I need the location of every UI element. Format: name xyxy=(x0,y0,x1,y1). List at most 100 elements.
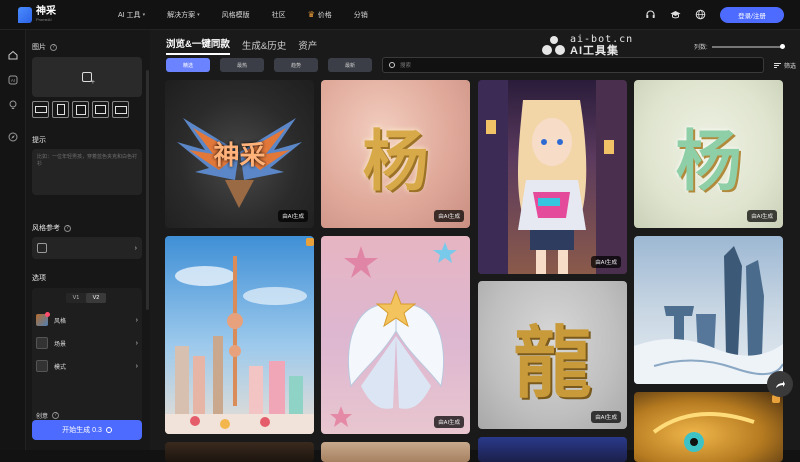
chevron-down-icon: ▾ xyxy=(197,11,200,18)
mode-icon xyxy=(36,360,48,372)
options-section-label: 选项 xyxy=(32,275,46,282)
gallery-card[interactable]: 杨 由AI生成 xyxy=(634,80,783,228)
graduation-cap-icon[interactable] xyxy=(670,9,681,20)
chevron-right-icon: › xyxy=(135,362,138,370)
gallery-card[interactable]: 龍 由AI生成 xyxy=(478,281,627,429)
gallery-card[interactable] xyxy=(634,392,783,462)
image-upload[interactable] xyxy=(32,57,142,97)
style-thumbnail xyxy=(36,312,50,326)
main-nav: AI 工具 ▾ 解决方案 ▾ 风格模版 社区 ♛ 价格 分销 xyxy=(118,10,390,20)
ratio-selector xyxy=(32,101,129,118)
filter-latest[interactable]: 最新 xyxy=(328,58,372,72)
gallery-card[interactable] xyxy=(321,442,470,462)
option-mode[interactable]: 模式 › xyxy=(36,357,138,375)
login-register-button[interactable]: 登录/注册 xyxy=(720,6,784,23)
option-style[interactable]: 风格 › xyxy=(36,311,138,329)
nav-style-templates[interactable]: 风格模版 xyxy=(222,10,250,20)
filter-featured[interactable]: 精选 xyxy=(166,58,210,72)
chevron-right-icon: › xyxy=(135,316,138,324)
tab-browse[interactable]: 浏览&一键同款 xyxy=(166,36,230,55)
style-reference-label: 风格参考? xyxy=(32,223,71,233)
nav-community[interactable]: 社区 xyxy=(272,10,286,20)
content-tabs: 浏览&一键同款 生成&历史 资产 xyxy=(166,36,329,55)
prompt-input[interactable]: 比如：一位年轻男孩，穿着蓝色夹克和白色衬衫 xyxy=(32,149,142,195)
generate-button[interactable]: 开始生成 0.3 xyxy=(32,420,142,440)
option-scene[interactable]: 场景 › xyxy=(36,334,138,352)
gallery-card[interactable]: 神采 由AI生成 xyxy=(165,80,314,228)
nav-affiliate[interactable]: 分销 xyxy=(354,10,368,20)
scene-icon xyxy=(36,337,48,349)
panel-scrollbar[interactable] xyxy=(146,70,149,310)
headset-icon[interactable] xyxy=(645,9,656,20)
watermark-logo-icon xyxy=(542,36,566,56)
ratio-16-9[interactable] xyxy=(32,101,49,118)
tab-history[interactable]: 生成&历史 xyxy=(242,38,286,55)
filter-row: 精选 最热 趋势 最新 搜索 筛选 xyxy=(166,57,796,73)
notification-dot xyxy=(45,312,50,317)
columns-slider[interactable] xyxy=(711,43,785,49)
ratio-4-3[interactable] xyxy=(92,101,109,118)
image-icon xyxy=(37,243,47,253)
image-section-label: 图片? xyxy=(32,42,57,52)
ratio-9-16[interactable] xyxy=(112,101,129,118)
nav-ai-tools[interactable]: AI 工具 ▾ xyxy=(118,10,145,20)
search-icon xyxy=(389,62,395,68)
filter-sort-button[interactable]: 筛选 xyxy=(774,61,796,70)
candy-city-artwork xyxy=(165,256,314,434)
gallery-card[interactable] xyxy=(165,442,314,462)
ai-icon[interactable]: AI xyxy=(0,69,26,91)
ice-landscape-artwork xyxy=(634,246,783,384)
gallery-card[interactable]: 由AI生成 xyxy=(478,80,627,274)
ai-generated-badge: 由AI生成 xyxy=(278,210,308,222)
top-bar: 神采 PromeAI AI 工具 ▾ 解决方案 ▾ 风格模版 社区 ♛ 价格 分销 登… xyxy=(0,0,800,30)
version-v1[interactable]: V1 xyxy=(66,293,86,303)
chevron-down-icon: ▾ xyxy=(142,11,146,18)
help-icon[interactable]: ? xyxy=(64,224,71,232)
home-icon[interactable] xyxy=(0,44,26,66)
search-input[interactable]: 搜索 xyxy=(382,57,764,73)
card-title: 杨 xyxy=(362,122,429,200)
golden-dragon-artwork xyxy=(652,412,755,452)
gallery-card[interactable] xyxy=(634,236,783,384)
version-v2[interactable]: V2 xyxy=(86,293,106,303)
premium-badge xyxy=(306,238,314,246)
svg-text:AI: AI xyxy=(11,78,15,83)
help-icon[interactable]: ? xyxy=(50,43,57,51)
crown-icon: ♛ xyxy=(307,10,315,19)
logo-subtitle: PromeAI xyxy=(36,17,52,22)
help-icon[interactable]: ? xyxy=(52,412,60,419)
ai-generated-badge: 由AI生成 xyxy=(591,256,621,268)
anime-girl-artwork xyxy=(478,80,627,274)
ai-generated-badge: 由AI生成 xyxy=(434,210,464,222)
ai-generated-badge: 由AI生成 xyxy=(434,416,464,428)
filter-hot[interactable]: 最热 xyxy=(220,58,264,72)
share-button[interactable] xyxy=(767,371,793,397)
coin-icon xyxy=(105,427,112,433)
ai-generated-badge: 由AI生成 xyxy=(747,210,777,222)
ratio-3-4[interactable] xyxy=(52,101,69,118)
card-title: 杨 xyxy=(675,122,742,200)
main-content: 浏览&一键同款 生成&历史 资产 ai-bot.cn AI工具集 列数: 精选 … xyxy=(150,30,800,462)
ratio-1-1[interactable] xyxy=(72,101,89,118)
nav-solutions[interactable]: 解决方案 ▾ xyxy=(167,10,200,20)
gallery-card[interactable]: 由AI生成 xyxy=(321,236,470,434)
nav-pricing[interactable]: ♛ 价格 xyxy=(308,10,332,20)
watermark: ai-bot.cn AI工具集 xyxy=(542,35,633,57)
globe-icon[interactable] xyxy=(695,9,706,20)
style-reference-select[interactable]: › xyxy=(32,237,142,259)
options-box: V1 V2 风格› 场景› 模式› 创意? 40 xyxy=(32,288,142,434)
ai-generated-badge: 由AI生成 xyxy=(591,411,621,423)
tab-assets[interactable]: 资产 xyxy=(298,38,317,55)
slider-knob[interactable] xyxy=(779,43,785,49)
version-toggle[interactable]: V1 V2 xyxy=(66,293,106,303)
creativity-label: 创意? xyxy=(36,411,60,420)
logo[interactable]: 神采 PromeAI xyxy=(18,6,78,23)
filter-trending[interactable]: 趋势 xyxy=(274,58,318,72)
gallery-card[interactable]: 杨 由AI生成 xyxy=(321,80,470,228)
gallery-card[interactable] xyxy=(165,236,314,434)
compass-icon[interactable] xyxy=(0,126,26,148)
card-title: 神采 xyxy=(213,140,266,170)
prompt-placeholder: 比如：一位年轻男孩，穿着蓝色夹克和白色衬衫 xyxy=(37,154,138,167)
lightbulb-icon[interactable] xyxy=(0,94,26,116)
starfish-ribbon-artwork xyxy=(330,242,457,427)
